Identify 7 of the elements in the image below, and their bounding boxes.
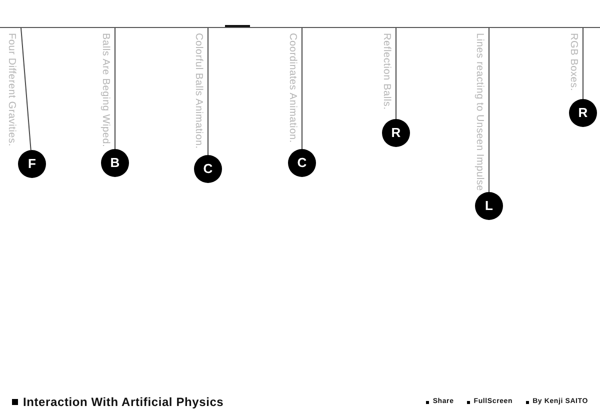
indicator-bar <box>225 25 250 27</box>
string-line <box>582 28 584 100</box>
square-icon <box>426 400 429 404</box>
square-icon <box>466 400 470 404</box>
page-title: Interaction With Artificial Physics <box>23 394 224 411</box>
square-icon <box>12 399 18 405</box>
square-icon <box>526 400 529 404</box>
